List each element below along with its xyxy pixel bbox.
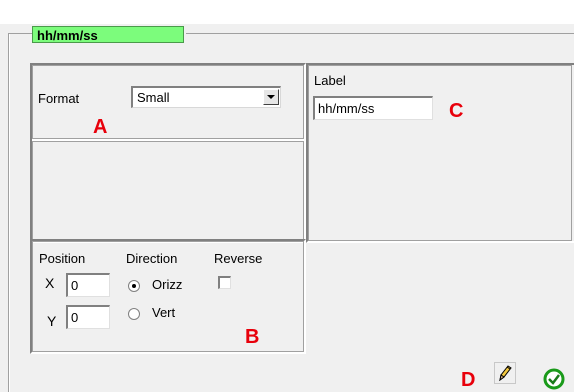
marker-b: B [245, 326, 260, 348]
direction-label: Direction [126, 251, 178, 266]
marker-a: A [93, 116, 108, 138]
position-label: Position [39, 251, 86, 266]
label-input[interactable] [313, 96, 433, 120]
y-label: Y [47, 313, 57, 329]
label-caption: Label [314, 73, 346, 88]
top-area [0, 0, 574, 24]
format-group-lower [30, 139, 306, 243]
format-select[interactable]: Small [131, 86, 281, 108]
edit-button[interactable] [494, 362, 516, 384]
frame-left-highlight [9, 34, 10, 392]
marker-c: C [449, 100, 464, 122]
x-input[interactable] [66, 273, 110, 297]
reverse-checkbox[interactable] [218, 276, 231, 289]
title-label: hh/mm/ss [32, 26, 184, 43]
pencil-icon [499, 365, 512, 382]
ok-button[interactable] [542, 367, 566, 391]
x-label: X [45, 275, 55, 291]
radio-horizontal[interactable] [128, 280, 140, 292]
chevron-down-icon[interactable] [263, 89, 279, 105]
label-group [306, 63, 574, 243]
radio-vertical-label: Vert [152, 305, 176, 320]
format-select-value: Small [137, 90, 170, 105]
frame-top-right [186, 33, 574, 34]
dialog: hh/mm/ss Format Small A Label C Position… [0, 0, 574, 392]
marker-d: D [461, 369, 476, 391]
radio-horizontal-label: Orizz [152, 277, 183, 292]
check-circle-icon [543, 368, 565, 390]
radio-vertical[interactable] [128, 308, 140, 320]
format-label: Format [38, 91, 80, 106]
reverse-label: Reverse [214, 251, 263, 266]
y-input[interactable] [66, 305, 110, 329]
frame-top-left [8, 33, 32, 34]
